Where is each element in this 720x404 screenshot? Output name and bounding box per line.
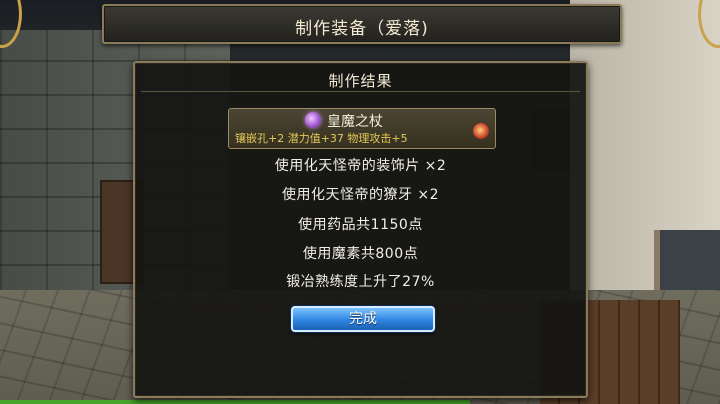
done-button[interactable]: 完成 [291, 306, 435, 332]
panel-title: 制作结果 [328, 72, 393, 90]
craft-result-panel: 制作结果 皇魔之杖 镶嵌孔+2 潜力值+37 物理攻击+5 使用化天怪帝的装饰片… [133, 61, 588, 398]
result-line-2: 使用化天怪帝的獠牙 ×2 [281, 187, 440, 203]
progress-strip [0, 400, 470, 404]
result-line-5: 锻冶熟练度上升了27% [286, 274, 435, 290]
result-line-3: 使用药品共1150点 [298, 217, 423, 233]
staff-orb-icon [305, 112, 321, 128]
item-name: 皇魔之杖 [327, 114, 383, 130]
crafted-item-card[interactable]: 皇魔之杖 镶嵌孔+2 潜力值+37 物理攻击+5 [228, 108, 496, 149]
result-line-1: 使用化天怪帝的装饰片 ×2 [274, 158, 447, 174]
craft-window-title-bar: 制作装备（爱落) [102, 4, 622, 44]
result-line-4: 使用魔素共800点 [302, 246, 419, 262]
item-stats: 镶嵌孔+2 潜力值+37 物理攻击+5 [235, 132, 408, 145]
gem-icon [473, 123, 489, 139]
window-title: 制作装备（爱落) [295, 19, 429, 39]
panel-header: 制作结果 [141, 67, 580, 92]
